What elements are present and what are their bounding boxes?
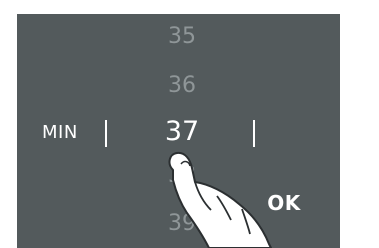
minute-picker-panel: 35 36 37 38 39 MIN OK — [17, 14, 340, 248]
pointing-hand-icon — [168, 151, 272, 248]
